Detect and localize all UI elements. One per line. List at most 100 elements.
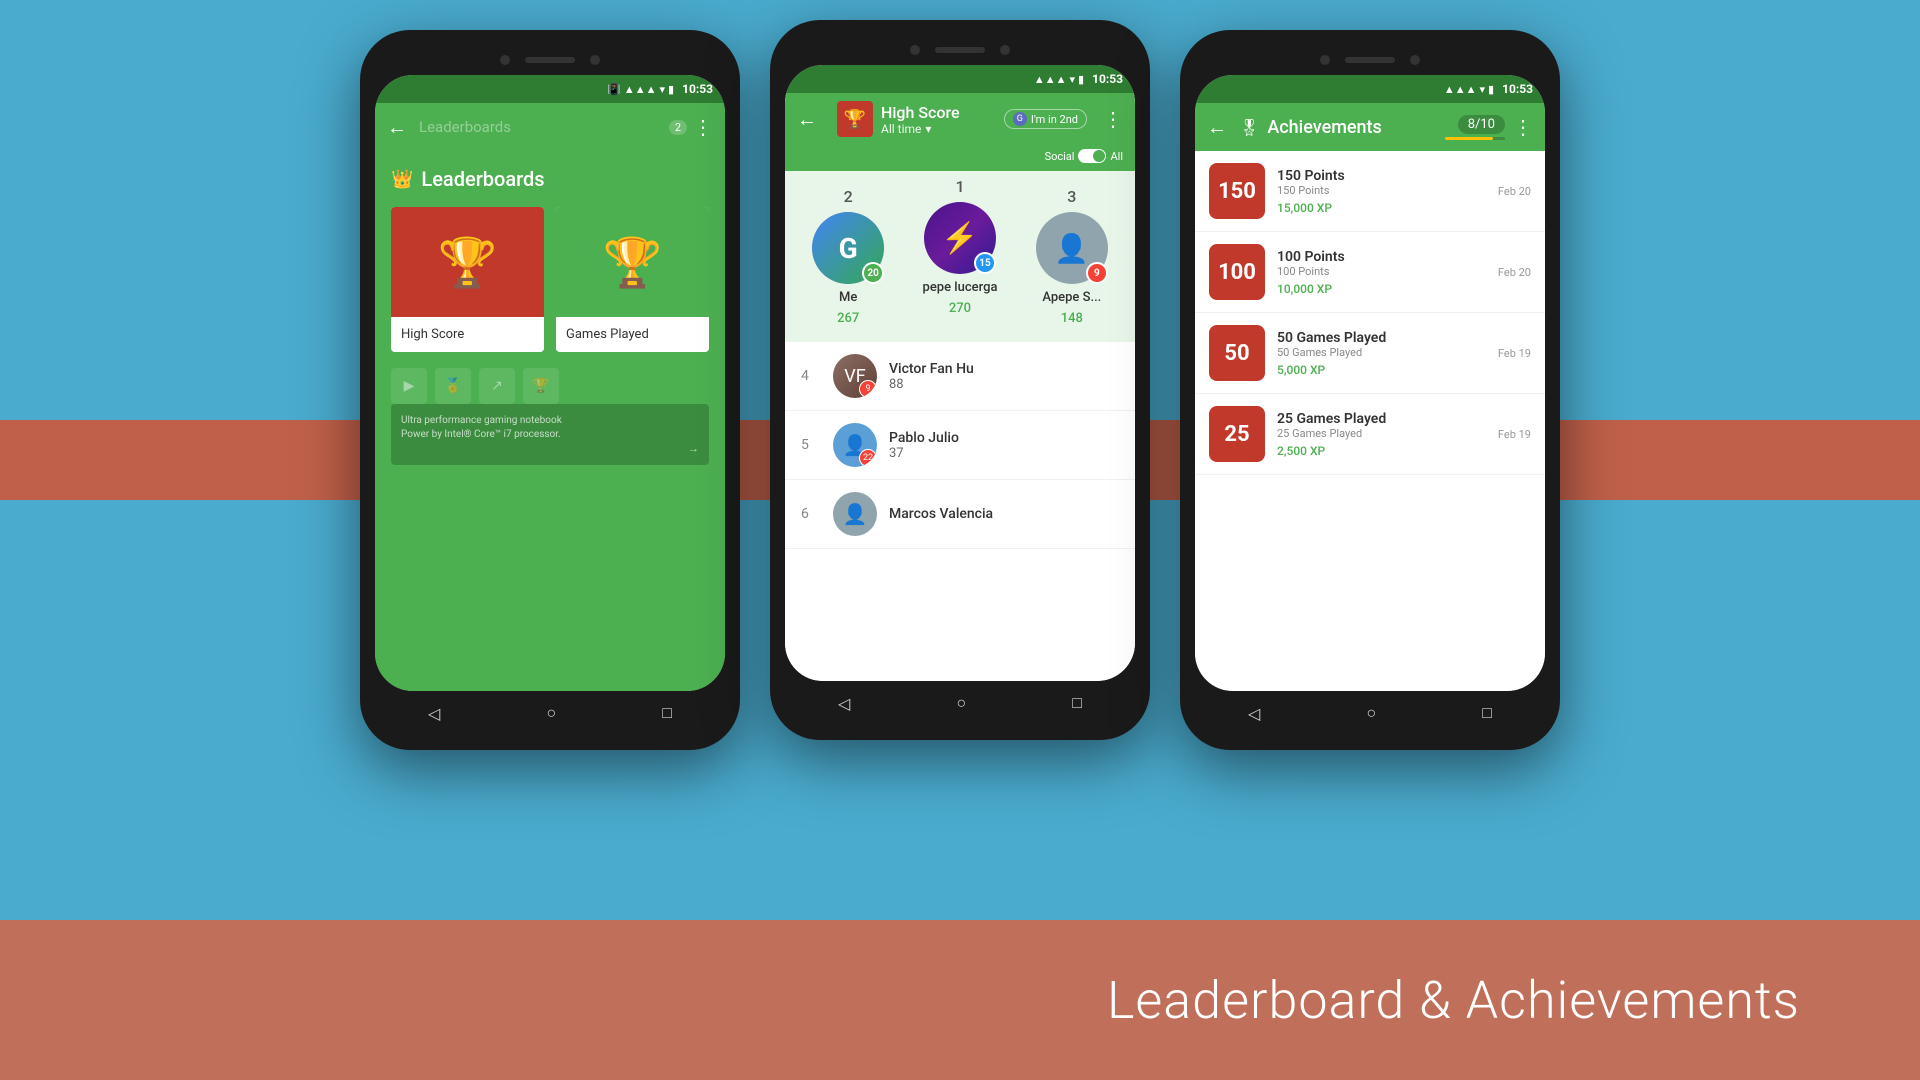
phone-1-status-bar: 📳 ▲▲▲ ▾ ▮ 10:53 [375,75,725,103]
phone-2-trophy-header: 🏆 [837,101,873,137]
achievement-50-badge: 50 [1209,325,1265,381]
phone-1-leaderboards: 👑 Leaderboards 🏆 High Score 🏆 [375,151,725,691]
achievement-25[interactable]: 25 25 Games Played 25 Games Played 2,500… [1195,394,1545,475]
phone-3-camera [1320,55,1330,65]
victor-name: Victor Fan Hu [889,361,1119,377]
pablo-info: Pablo Julio 37 [889,430,1119,461]
phone-1-back-button[interactable]: ← [387,115,407,140]
rank-3-name: Apepe S... [1042,290,1101,305]
phone-3-back-nav[interactable]: ◁ [1248,704,1260,723]
phone-3: ▲▲▲ ▾ ▮ 10:53 ← 🎖 Achievements 8/10 [1180,30,1560,750]
phone-1: 📳 ▲▲▲ ▾ ▮ 10:53 ← Leaderboards 2 ⋮ 👑 [360,30,740,750]
phone-2-header-info: High Score All time ▾ [881,103,996,136]
phone-2-more-icon[interactable]: ⋮ [1103,107,1123,131]
phone-3-home-nav[interactable]: ○ [1366,703,1376,723]
phone-2-top-bar [785,35,1135,65]
phone-1-screen-title: 👑 Leaderboards [391,167,709,191]
play-icon-btn[interactable]: ▶ [391,368,427,404]
achievement-150[interactable]: 150 150 Points 150 Points 15,000 XP Feb … [1195,151,1545,232]
phone-3-screen: ▲▲▲ ▾ ▮ 10:53 ← 🎖 Achievements 8/10 [1195,75,1545,691]
pablo-name: Pablo Julio [889,430,1119,446]
phone-1-recent-nav[interactable]: □ [662,703,672,723]
g-icon: G [1013,112,1027,126]
phone-1-home-nav[interactable]: ○ [546,703,556,723]
games-played-card-image: 🏆 [556,207,709,317]
high-score-label: High Score [391,317,544,352]
phone-2-trophy-icon: 🏆 [844,109,866,130]
rank-1-score: 270 [949,301,971,316]
list-item-4[interactable]: 4 VF 9 Victor Fan Hu 88 [785,342,1135,411]
all-label: All [1110,150,1123,163]
bottom-banner-text: Leaderboard & Achievements [1107,970,1800,1031]
phone-2-battery: ▮ [1078,73,1084,86]
leaderboard-icon-btn[interactable]: 🏅 [435,368,471,404]
phone-2-subtitle: All time ▾ [881,122,996,136]
phone-1-time: 10:53 [682,82,713,96]
marcos-icon: 👤 [843,502,868,526]
phone-3-more-icon[interactable]: ⋮ [1513,115,1533,139]
phone-1-toolbar-placeholder: Leaderboards [419,118,669,136]
achievement-150-info: 150 Points 150 Points 15,000 XP [1277,168,1486,215]
achievement-100-xp: 10,000 XP [1277,282,1486,296]
phone-3-wifi: ▾ [1479,83,1485,96]
phone-2-home-nav[interactable]: ○ [956,693,966,713]
person-icon: 👤 [1054,232,1089,265]
phone-1-back-nav[interactable]: ◁ [428,704,440,723]
rank-2-number: 2 [844,187,853,206]
achievement-50-date: Feb 19 [1498,347,1531,360]
achievement-150-badge: 150 [1209,163,1265,219]
rank-1-level: 15 [974,252,996,274]
achievement-25-xp: 2,500 XP [1277,444,1486,458]
phone-2-back-button[interactable]: ← [797,107,817,132]
achievement-50[interactable]: 50 50 Games Played 50 Games Played 5,000… [1195,313,1545,394]
rank-3-number: 3 [1067,187,1076,206]
ad-banner: Ultra performance gaming notebookPower b… [391,404,709,465]
phone-2-detail: ← 🏆 High Score All time ▾ G I'm in 2nd [785,93,1135,681]
phone-3-back-button[interactable]: ← [1207,115,1227,140]
phone-3-nav: ◁ ○ □ [1195,691,1545,735]
games-played-card[interactable]: 🏆 Games Played [556,207,709,352]
phone-1-top-bar [375,45,725,75]
ad-arrow[interactable]: → [401,442,699,455]
achievement-25-info: 25 Games Played 25 Games Played 2,500 XP [1277,411,1486,458]
in-2nd-badge: G I'm in 2nd [1004,109,1087,129]
rank-1-name: pepe lucerga [923,280,998,295]
top-3-section: 2 G 20 Me 267 1 [785,171,1135,342]
high-score-card[interactable]: 🏆 High Score [391,207,544,352]
share-icon-btn[interactable]: ↗ [479,368,515,404]
achievement-150-subtitle: 150 Points [1277,184,1486,197]
achievement-150-xp: 15,000 XP [1277,201,1486,215]
rank-2-name: Me [839,290,857,305]
achievement-100-info: 100 Points 100 Points 10,000 XP [1277,249,1486,296]
rank-2-avatar-container: G 20 [812,212,884,284]
phone-2: ▲▲▲ ▾ ▮ 10:53 ← 🏆 High Score All time [770,20,1150,740]
toggle-track[interactable] [1078,149,1106,163]
phone-1-more-icon[interactable]: ⋮ [693,115,713,139]
dropdown-icon[interactable]: ▾ [925,122,931,136]
pablo-score: 37 [889,446,1119,461]
list-item-6[interactable]: 6 👤 Marcos Valencia [785,480,1135,549]
achievement-150-title: 150 Points [1277,168,1486,184]
marcos-name: Marcos Valencia [889,506,1119,522]
achievement-50-subtitle: 50 Games Played [1277,346,1486,359]
phone-1-badge: 2 [669,120,687,135]
rank-2-score: 267 [837,311,859,326]
battery-icon: ▮ [668,83,674,96]
trophy-icon-btn[interactable]: 🏆 [523,368,559,404]
phone-2-camera [910,45,920,55]
rank-5: 5 [801,437,821,453]
toggle-thumb [1093,150,1105,162]
list-item-5[interactable]: 5 👤 22 Pablo Julio 37 [785,411,1135,480]
crown-icon: 👑 [391,169,413,190]
victor-level: 9 [859,380,877,398]
phone-2-recent-nav[interactable]: □ [1072,693,1082,713]
phone-2-back-nav[interactable]: ◁ [838,694,850,713]
phone-2-speaker [935,47,985,53]
phone-3-toolbar: ← 🎖 Achievements 8/10 ⋮ [1195,103,1545,151]
achievement-100-badge: 100 [1209,244,1265,300]
achievements-list: 150 150 Points 150 Points 15,000 XP Feb … [1195,151,1545,691]
phone-3-recent-nav[interactable]: □ [1482,703,1492,723]
high-score-trophy-icon: 🏆 [438,234,498,291]
phone-1-camera-2 [590,55,600,65]
achievement-100[interactable]: 100 100 Points 100 Points 10,000 XP Feb … [1195,232,1545,313]
